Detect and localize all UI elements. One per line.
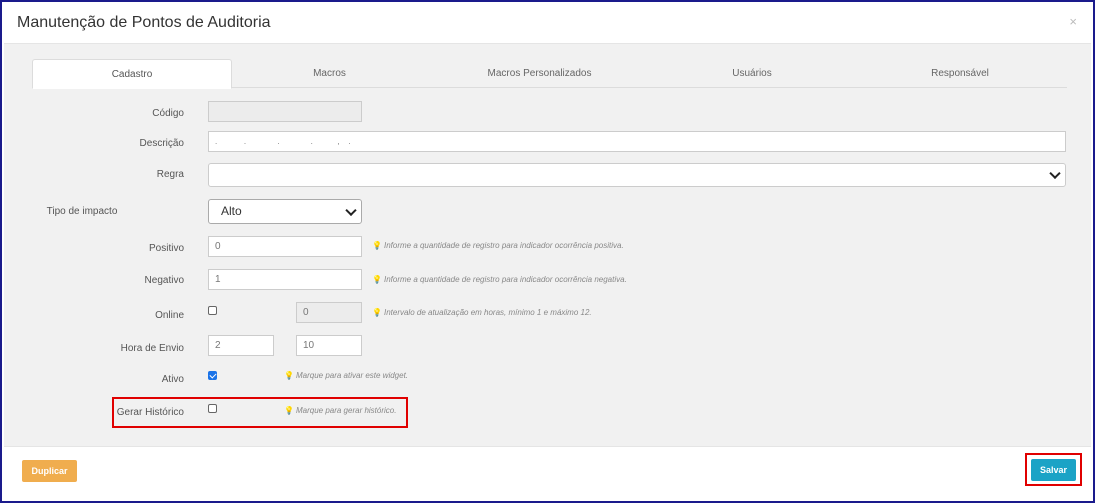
negativo-label: Negativo [144,275,184,286]
regra-select[interactable] [208,163,1066,187]
codigo-label: Código [152,108,184,119]
modal-footer: Duplicar Salvar [4,446,1091,499]
ativo-hint: 💡 Marque para ativar este widget. [284,371,408,380]
modal-header: Manutenção de Pontos de Auditoria × [4,4,1091,44]
tipo-impacto-value: Alto [221,204,242,218]
descricao-label: Descrição [139,138,184,149]
gerar-historico-hint-text: Marque para gerar histórico. [295,406,397,415]
tab-macros-personalizados[interactable]: Macros Personalizados [437,59,642,88]
modal-title: Manutenção de Pontos de Auditoria [17,14,271,31]
ativo-hint-text: Marque para ativar este widget. [295,371,409,380]
close-icon[interactable]: × [1069,14,1077,29]
positivo-hint: 💡 Informe a quantidade de registro para i… [372,241,624,250]
ativo-label: Ativo [161,374,184,385]
gerar-historico-checkbox[interactable] [208,404,217,413]
positivo-hint-text: Informe a quantidade de registro para in… [383,241,624,250]
tipo-impacto-select[interactable]: Alto [208,199,362,224]
ativo-checkbox[interactable] [208,371,217,380]
positivo-input[interactable]: 0 [208,236,362,257]
online-interval-input[interactable]: 0 [296,302,362,323]
codigo-input[interactable] [208,101,362,122]
lightbulb-icon: 💡 [372,241,382,250]
regra-label: Regra [156,169,184,180]
hora-envio-minute-input[interactable]: 10 [296,335,362,356]
lightbulb-icon: 💡 [372,275,382,284]
duplicar-button[interactable]: Duplicar [22,460,77,482]
modal-window: Manutenção de Pontos de Auditoria × Cada… [0,0,1095,503]
modal-body: Cadastro Macros Macros Personalizados Us… [4,44,1091,446]
online-checkbox[interactable] [208,306,217,315]
gerar-historico-label: Gerar Histórico [116,407,184,418]
hora-envio-label: Hora de Envio [120,343,184,354]
tipo-impacto-label: Tipo de impacto [46,206,118,217]
negativo-input[interactable]: 1 [208,269,362,290]
tab-bar: Cadastro Macros Macros Personalizados Us… [32,59,1067,89]
online-label: Online [155,310,184,321]
descricao-input[interactable]: . . . . , . [208,131,1066,152]
tab-responsavel[interactable]: Responsável [860,59,1060,88]
chevron-down-icon [1049,167,1061,180]
lightbulb-icon: 💡 [372,308,382,317]
tab-cadastro[interactable]: Cadastro [32,59,232,89]
online-hint: 💡 Intervalo de atualização em horas, míni… [372,308,592,317]
negativo-hint-text: Informe a quantidade de registro para in… [383,275,627,284]
negativo-hint: 💡 Informe a quantidade de registro para i… [372,275,627,284]
online-hint-text: Intervalo de atualização em horas, mínim… [383,308,592,317]
chevron-down-icon [345,204,357,216]
gerar-historico-hint: 💡 Marque para gerar histórico. [284,406,396,415]
hora-envio-hour-input[interactable]: 2 [208,335,274,356]
lightbulb-icon: 💡 [284,371,294,380]
lightbulb-icon: 💡 [284,406,294,415]
salvar-button[interactable]: Salvar [1031,459,1076,481]
tab-macros[interactable]: Macros [232,59,427,88]
positivo-label: Positivo [148,243,184,254]
tab-usuarios[interactable]: Usuários [652,59,852,88]
